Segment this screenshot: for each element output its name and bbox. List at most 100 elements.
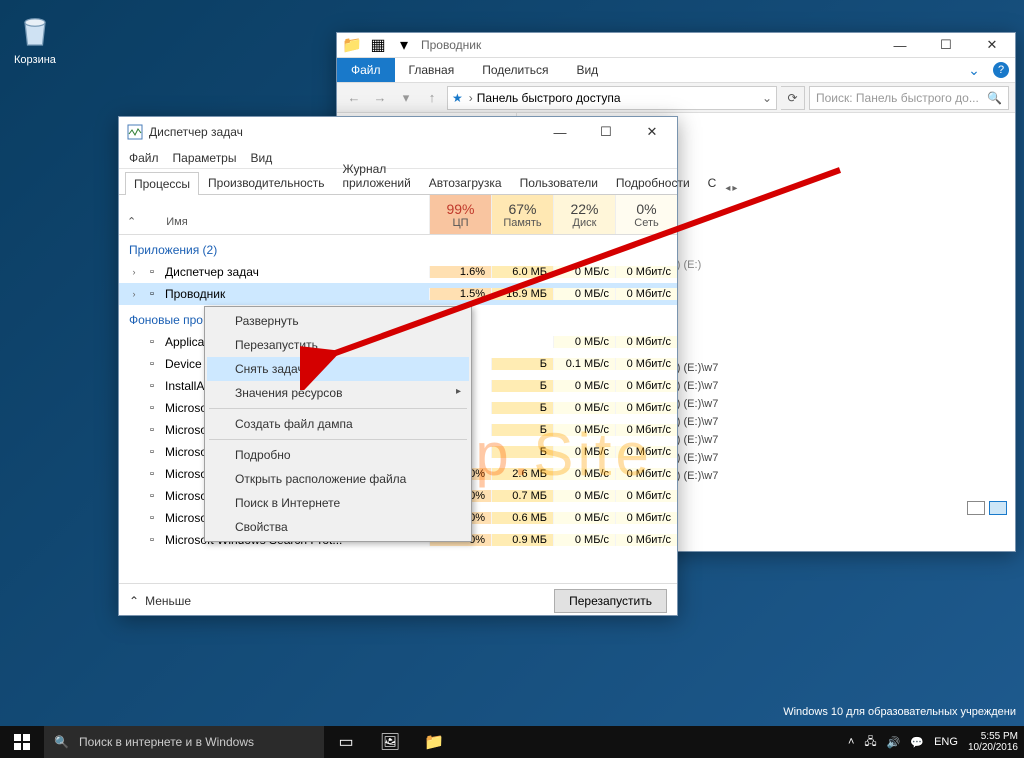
explorer-ribbon: Файл Главная Поделиться Вид ⌄ ? [337, 58, 1015, 83]
address-input[interactable]: ★ › Панель быстрого доступа ⌄ [447, 86, 777, 110]
taskmanager-title: Диспетчер задач [149, 125, 243, 139]
menu-item[interactable]: Подробно [207, 443, 469, 467]
table-row[interactable]: ›▫Диспетчер задач 1.6% 6.0 МБ 0 МБ/с 0 М… [119, 261, 677, 283]
view-switcher[interactable] [967, 501, 1007, 515]
back-button[interactable]: ← [343, 87, 365, 109]
menu-item[interactable]: Открыть расположение файла [207, 467, 469, 491]
process-icon: ▫ [145, 401, 159, 415]
recycle-bin-label: Корзина [14, 54, 56, 66]
recycle-bin-icon[interactable]: Корзина [14, 10, 56, 66]
ribbon-tab-home[interactable]: Главная [395, 58, 469, 82]
language-indicator[interactable]: ENG [934, 736, 958, 748]
maximize-button[interactable]: ☐ [583, 117, 629, 147]
taskview-button[interactable]: ▭ [324, 726, 368, 758]
recent-button[interactable]: ▾ [395, 87, 417, 109]
explorer-addressbar: ← → ▾ ↑ ★ › Панель быстрого доступа ⌄ ⟳ … [337, 83, 1015, 113]
process-icon: ▫ [145, 357, 159, 371]
menu-separator [209, 439, 467, 440]
menu-item[interactable]: Создать файл дампа [207, 412, 469, 436]
help-icon[interactable]: ? [993, 62, 1009, 78]
tab-left-icon[interactable]: ◂ [725, 183, 730, 194]
explorer-qat: 📁 ▦ ▾ Проводник — ☐ ✕ [337, 33, 1015, 58]
up-button[interactable]: ↑ [421, 87, 443, 109]
refresh-button[interactable]: ⟳ [781, 86, 805, 110]
ribbon-tab-share[interactable]: Поделиться [468, 58, 562, 82]
tab-apphistory[interactable]: Журнал приложений [334, 157, 420, 194]
windows-watermark: Windows 10 для образовательных учреждени [783, 706, 1016, 718]
address-dropdown-icon[interactable]: ⌄ [762, 91, 772, 105]
close-button[interactable]: ✕ [629, 117, 675, 147]
tab-processes[interactable]: Процессы [125, 172, 199, 195]
col-cpu[interactable]: 99%ЦП [429, 195, 491, 234]
col-disk[interactable]: 22%Диск [553, 195, 615, 234]
taskmanager-tabs: Процессы Производительность Журнал прило… [119, 169, 677, 195]
system-tray: ˄ 🖧 🔊 💬 ENG 5:55 PM 10/20/2016 [848, 726, 1024, 758]
col-name[interactable]: ⌃Имя [119, 195, 429, 234]
icons-view-icon[interactable] [989, 501, 1007, 515]
volume-icon[interactable]: 🔊 [887, 736, 901, 749]
tab-services[interactable]: С [699, 171, 726, 194]
menu-item[interactable]: Поиск в Интернете [207, 491, 469, 515]
taskbar-app-icon[interactable]: 🖼 [368, 726, 412, 758]
close-button[interactable]: ✕ [969, 30, 1015, 60]
process-icon: ▫ [145, 511, 159, 525]
tab-right-icon[interactable]: ▸ [732, 183, 737, 194]
quickaccess-icon: ★ [452, 91, 463, 105]
process-icon: ▫ [145, 287, 159, 301]
taskmanager-titlebar[interactable]: Диспетчер задач — ☐ ✕ [119, 117, 677, 147]
process-icon: ▫ [145, 423, 159, 437]
tray-chevron-icon[interactable]: ˄ [848, 736, 854, 748]
network-icon[interactable]: 🖧 [864, 733, 876, 752]
process-icon: ▫ [145, 467, 159, 481]
explorer-title: Проводник [421, 38, 481, 52]
minimize-button[interactable]: — [877, 30, 923, 60]
taskmanager-footer: ⌃Меньше Перезапустить [119, 583, 677, 617]
maximize-button[interactable]: ☐ [923, 30, 969, 60]
tab-users[interactable]: Пользователи [511, 171, 607, 194]
menu-separator [209, 408, 467, 409]
clock[interactable]: 5:55 PM 10/20/2016 [968, 731, 1018, 753]
restart-button[interactable]: Перезапустить [554, 589, 667, 613]
properties-icon[interactable]: ▦ [367, 34, 389, 56]
process-icon: ▫ [145, 533, 159, 547]
search-icon: 🔍 [987, 91, 1002, 105]
forward-button[interactable]: → [369, 87, 391, 109]
process-icon: ▫ [145, 265, 159, 279]
taskmanager-icon [127, 124, 143, 140]
process-icon: ▫ [145, 489, 159, 503]
column-headers: ⌃Имя 99%ЦП 67%Память 22%Диск 0%Сеть [119, 195, 677, 235]
process-icon: ▫ [145, 379, 159, 393]
tab-startup[interactable]: Автозагрузка [420, 171, 511, 194]
menu-item[interactable]: Свойства [207, 515, 469, 539]
menu-item[interactable]: Значения ресурсов [207, 381, 469, 405]
minimize-button[interactable]: — [537, 117, 583, 147]
search-input[interactable]: Поиск: Панель быстрого до... 🔍 [809, 86, 1009, 110]
chevron-up-icon: ⌃ [129, 594, 139, 608]
menu-item[interactable]: Снять задачу [207, 357, 469, 381]
fewer-details-button[interactable]: ⌃Меньше [129, 594, 191, 608]
process-icon: ▫ [145, 335, 159, 349]
table-row[interactable]: ›▫Проводник 1.5% 16.9 МБ 0 МБ/с 0 Мбит/с [119, 283, 677, 305]
menu-item[interactable]: Перезапустить [207, 333, 469, 357]
tab-details[interactable]: Подробности [607, 171, 699, 194]
col-network[interactable]: 0%Сеть [615, 195, 677, 234]
folder-icon: 📁 [341, 34, 363, 56]
menu-view[interactable]: Вид [250, 151, 272, 165]
ribbon-expand-icon[interactable]: ⌄ [961, 58, 987, 82]
tab-performance[interactable]: Производительность [199, 171, 333, 194]
down-icon[interactable]: ▾ [393, 34, 415, 56]
details-view-icon[interactable] [967, 501, 985, 515]
search-icon: 🔍 [54, 735, 69, 749]
context-menu: РазвернутьПерезапуститьСнять задачуЗначе… [204, 306, 472, 542]
menu-file[interactable]: Файл [129, 151, 159, 165]
menu-options[interactable]: Параметры [173, 151, 237, 165]
taskbar-explorer-icon[interactable]: 📁 [412, 726, 456, 758]
group-apps: Приложения (2) [119, 235, 677, 261]
ribbon-tab-view[interactable]: Вид [562, 58, 612, 82]
taskbar-search[interactable]: 🔍 Поиск в интернете и в Windows [44, 726, 324, 758]
ribbon-tab-file[interactable]: Файл [337, 58, 395, 82]
notifications-icon[interactable]: 💬 [910, 736, 924, 749]
menu-item[interactable]: Развернуть [207, 309, 469, 333]
start-button[interactable] [0, 726, 44, 758]
col-memory[interactable]: 67%Память [491, 195, 553, 234]
